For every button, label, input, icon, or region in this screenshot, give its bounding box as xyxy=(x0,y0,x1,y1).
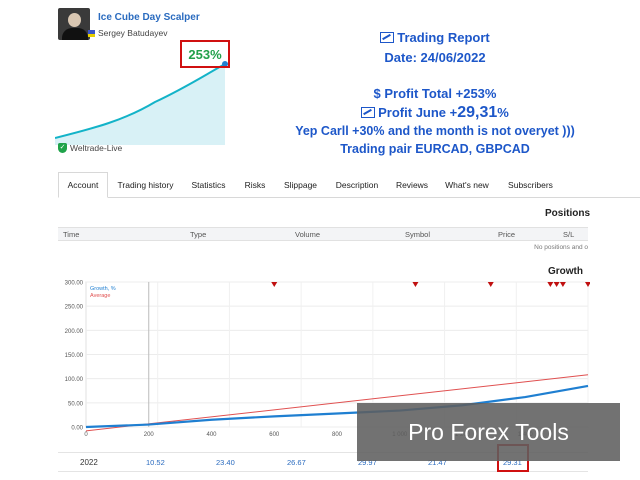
shield-check-icon: ✓ xyxy=(58,143,67,153)
report-pairs: Trading pair EURCAD, GBPCAD xyxy=(340,142,530,156)
legend-average: Average xyxy=(90,293,110,299)
tab-description[interactable]: Description xyxy=(332,172,382,198)
x-tick-label: 800 xyxy=(332,432,343,437)
tab-whats-new[interactable]: What's new xyxy=(442,172,492,198)
x-tick-label: 0 xyxy=(84,432,88,437)
broker-label[interactable]: ✓ Weltrade-Live xyxy=(58,143,122,153)
positions-title: Positions xyxy=(545,208,591,219)
signal-name-link[interactable]: Ice Cube Day Scalper xyxy=(98,12,200,23)
y-tick-label: 50.00 xyxy=(68,401,84,407)
report-profit-total: $ Profit Total +253% xyxy=(373,86,497,101)
legend-growth: Growth, % xyxy=(90,286,116,292)
y-tick-label: 100.00 xyxy=(65,377,84,383)
y-tick-label: 300.00 xyxy=(65,281,84,287)
tab-trading-history[interactable]: Trading history xyxy=(113,172,178,198)
month-value-feb[interactable]: 23.40 xyxy=(216,458,235,467)
col-price[interactable]: Price xyxy=(498,230,515,239)
month-value-mar[interactable]: 26.67 xyxy=(287,458,306,467)
report-comment: Yep Carll +30% and the month is not over… xyxy=(295,124,575,138)
report-title: Trading Report xyxy=(397,30,490,45)
x-tick-label: 400 xyxy=(206,432,217,437)
chart-trend-icon xyxy=(380,32,395,43)
growth-title: Growth xyxy=(548,266,583,277)
y-tick-label: 250.00 xyxy=(65,305,84,311)
report-profit-june: Profit June +29,31% xyxy=(240,104,630,122)
tab-bar: Account Trading history Statistics Risks… xyxy=(58,172,640,198)
report-date: Date: 24/06/2022 xyxy=(384,50,486,65)
tab-slippage[interactable]: Slippage xyxy=(278,172,323,198)
col-symbol[interactable]: Symbol xyxy=(405,230,430,239)
col-time[interactable]: Time xyxy=(63,230,79,239)
positions-table-header: Time Type Volume Symbol Price S/L xyxy=(58,227,588,241)
tab-statistics[interactable]: Statistics xyxy=(186,172,231,198)
broker-name: Weltrade-Live xyxy=(70,143,123,153)
col-type[interactable]: Type xyxy=(190,230,206,239)
tab-reviews[interactable]: Reviews xyxy=(392,172,432,198)
y-tick-label: 200.00 xyxy=(65,329,84,335)
signal-page: Ice Cube Day Scalper Sergey Batudayev 25… xyxy=(0,0,640,480)
tab-account[interactable]: Account xyxy=(58,172,108,198)
tab-subscribers[interactable]: Subscribers xyxy=(503,172,558,198)
y-tick-label: 0.00 xyxy=(71,426,83,432)
country-flag-icon xyxy=(88,30,95,37)
x-tick-label: 200 xyxy=(144,432,155,437)
author-name[interactable]: Sergey Batudayev xyxy=(98,28,167,38)
author-avatar[interactable] xyxy=(58,8,90,40)
month-value-jan[interactable]: 10.52 xyxy=(146,458,165,467)
watermark-banner: Pro Forex Tools xyxy=(357,403,620,461)
mini-growth-area xyxy=(55,64,225,145)
positions-empty-message: No positions and o xyxy=(534,244,588,251)
col-volume[interactable]: Volume xyxy=(295,230,320,239)
tab-risks[interactable]: Risks xyxy=(240,172,270,198)
col-sl[interactable]: S/L xyxy=(563,230,574,239)
chart-trend-icon xyxy=(361,107,376,118)
x-tick-label: 600 xyxy=(269,432,280,437)
year-label: 2022 xyxy=(80,458,98,467)
report-title-line: Trading Report xyxy=(240,30,630,45)
growth-badge: 253% xyxy=(180,40,230,68)
y-tick-label: 150.00 xyxy=(65,353,84,359)
